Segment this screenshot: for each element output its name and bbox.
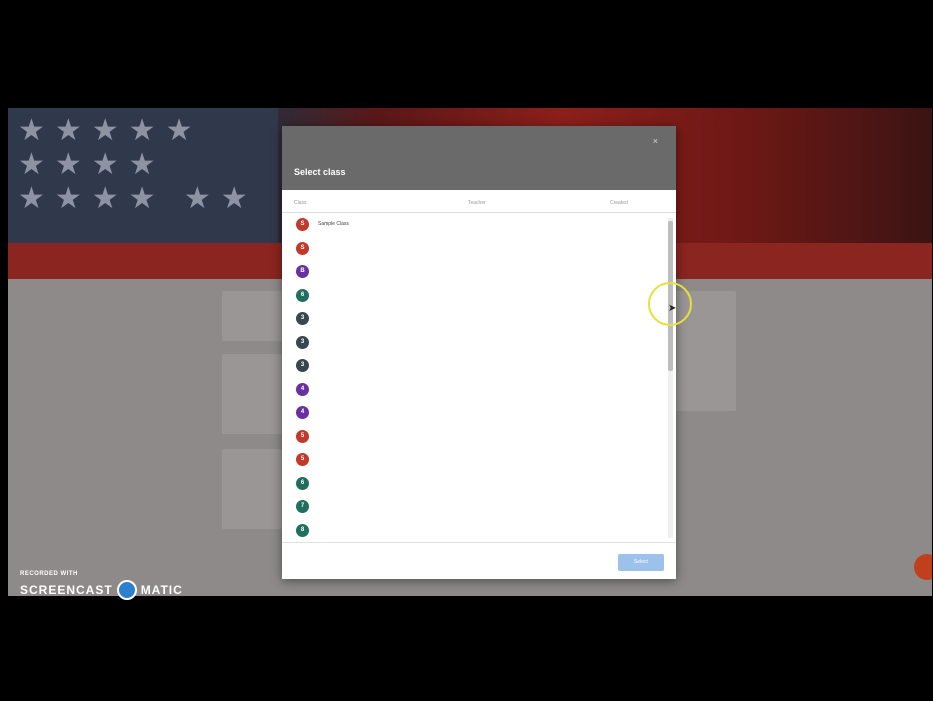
upcoming-card xyxy=(222,354,282,434)
class-avatar: 3 xyxy=(296,359,309,372)
class-avatar: 7 xyxy=(296,500,309,513)
class-avatar: 3 xyxy=(296,312,309,325)
class-row[interactable]: 3 xyxy=(282,353,666,377)
class-name: Sample Class xyxy=(318,221,349,227)
select-class-dialog: Select class × Class Teacher Created S Sa… xyxy=(282,126,676,579)
class-row[interactable]: B xyxy=(282,259,666,283)
class-avatar: B xyxy=(296,265,309,278)
class-avatar: 6 xyxy=(296,288,309,302)
class-avatar: S xyxy=(296,218,309,231)
mouse-pointer-icon: ➤ xyxy=(668,303,677,314)
class-row[interactable]: S xyxy=(282,236,666,260)
class-avatar: 4 xyxy=(296,406,309,419)
close-icon[interactable]: × xyxy=(653,136,658,146)
class-row[interactable]: 3 xyxy=(282,306,666,330)
class-avatar: 5 xyxy=(296,429,309,443)
class-row[interactable]: 4 xyxy=(282,377,666,401)
watermark-logo-icon xyxy=(116,580,137,600)
class-row[interactable]: 5 xyxy=(282,447,666,471)
watermark-left-word: SCREENCAST xyxy=(20,583,113,597)
class-list: S Sample Class S B 6 3 3 3 4 4 5 5 6 7 8 xyxy=(282,212,676,542)
class-avatar: S xyxy=(296,241,309,255)
dialog-footer: Select xyxy=(282,542,676,580)
stream-card xyxy=(222,449,282,529)
dialog-title: Select class xyxy=(294,167,346,177)
class-avatar: 8 xyxy=(296,523,309,537)
watermark-caption: RECORDED WITH xyxy=(20,571,78,577)
class-row[interactable]: 4 xyxy=(282,400,666,424)
column-header-class[interactable]: Class xyxy=(294,200,307,206)
column-header-created[interactable]: Created xyxy=(610,200,628,206)
class-avatar: 6 xyxy=(296,476,309,490)
class-avatar: 5 xyxy=(296,453,309,466)
dialog-header: Select class × xyxy=(282,126,676,190)
select-button[interactable]: Select xyxy=(618,554,664,571)
class-row[interactable]: 3 xyxy=(282,330,666,354)
class-row[interactable]: 8 xyxy=(282,518,666,542)
flag-stars-image: ★★★★★ ★★★★ ★★★★ ★★ xyxy=(8,108,278,243)
class-avatar: 4 xyxy=(296,382,309,396)
class-row[interactable]: S Sample Class xyxy=(282,212,666,236)
recording-watermark: RECORDED WITH SCREENCAST MATIC xyxy=(20,571,183,600)
column-headers: Class Teacher Created xyxy=(282,190,676,213)
column-header-teacher[interactable]: Teacher xyxy=(468,200,486,206)
class-row[interactable]: 5 xyxy=(282,424,666,448)
watermark-right-word: MATIC xyxy=(140,583,183,597)
class-row[interactable]: 6 xyxy=(282,283,666,307)
class-row[interactable]: 6 xyxy=(282,471,666,495)
class-row[interactable]: 7 xyxy=(282,494,666,518)
class-avatar: 3 xyxy=(296,335,309,349)
